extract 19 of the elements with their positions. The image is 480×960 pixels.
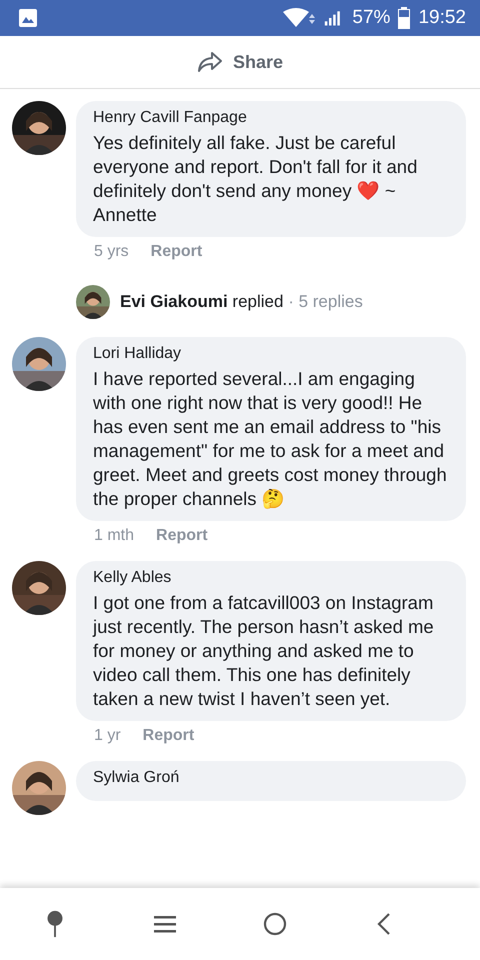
image-icon [18, 8, 38, 28]
comment-text: I have reported several...I am engaging with one right now that is very good!! He has even sent me an email address to "his management" for me to ask for a meet and greet. Meet and greets cost money through the proper channels 🤔 [93, 367, 448, 511]
wifi-icon [282, 8, 316, 28]
author-name[interactable]: Henry Cavill Fanpage [93, 109, 452, 127]
comment-age: 5 yrs [94, 243, 129, 261]
comment-text: Yes definitely all fake. Just be careful everyone and report. Don't fall for it and definitely don't send any money ❤ ~ Annette [93, 131, 418, 227]
battery-percentage: 57% [352, 7, 390, 29]
author-name[interactable]: Kelly Ables [93, 569, 452, 587]
comment-age: 1 yr [94, 727, 121, 745]
author-name[interactable]: Lori Halliday [93, 345, 452, 363]
comment-age: 1 mth [94, 527, 134, 545]
share-button[interactable]: Share [190, 47, 290, 77]
share-icon [196, 51, 223, 73]
author-name[interactable]: Sylwia Groń [93, 769, 452, 787]
battery-icon [398, 7, 410, 29]
clock: 19:52 [418, 7, 466, 29]
home-icon[interactable] [263, 910, 287, 938]
comment-text: I got one from a fatcavill003 on Instagram just recently. The person hasn’t asked me for money or anything and asked me to video call them. This one has definitely taken a new twist I haven’t seen yet. [93, 591, 435, 711]
replies-summary[interactable]: Evi Giakoumi replied · 5 replies [120, 292, 363, 312]
